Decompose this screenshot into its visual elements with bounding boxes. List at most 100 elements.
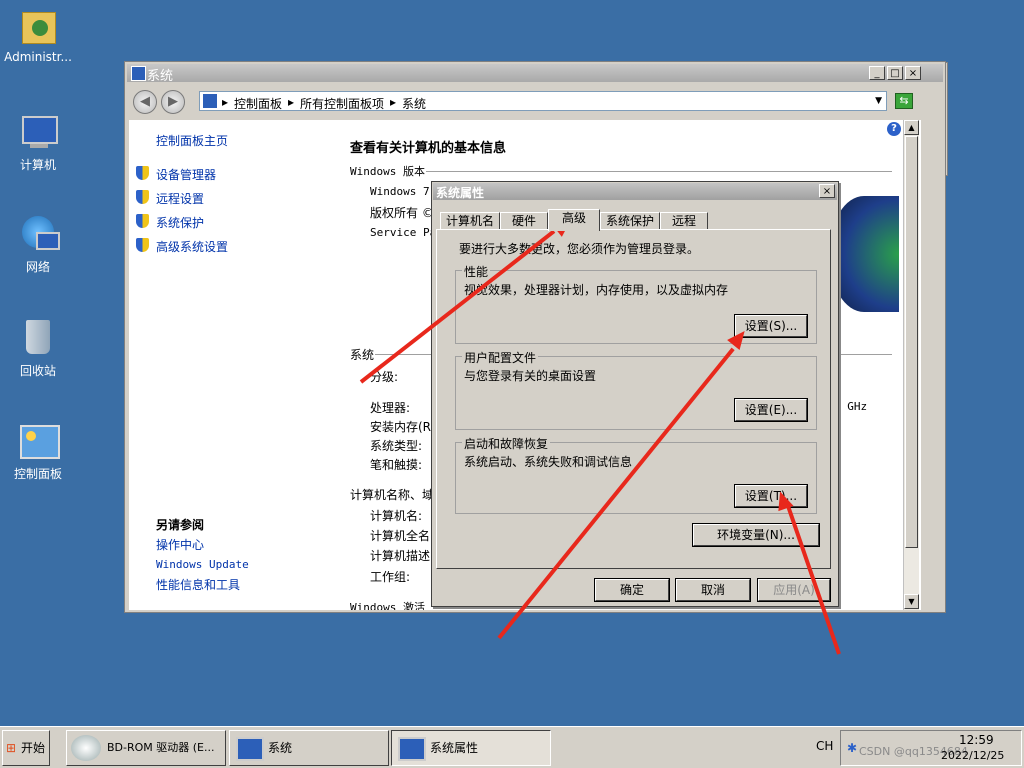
tab-hardware[interactable]: 硬件 <box>500 212 548 230</box>
service-pack-line: Service Pa <box>370 226 437 239</box>
desktop-icon-label: 控制面板 <box>13 467 62 481</box>
minimize-button[interactable]: _ <box>869 66 885 80</box>
edition-line: Windows 7 <box>370 185 430 198</box>
language-indicator[interactable]: CH <box>816 739 833 753</box>
system-type-label: 系统类型: <box>370 439 423 453</box>
system-window-title: 系统 <box>147 69 174 84</box>
back-button[interactable]: ◀ <box>133 90 157 114</box>
group-title: 用户配置文件 <box>462 349 539 366</box>
refresh-icon[interactable]: ⇆ <box>895 93 913 109</box>
breadcrumb-arrow-icon[interactable]: ▸ <box>222 95 228 109</box>
shield-icon <box>136 190 149 204</box>
desktop-icon-network[interactable]: 网络 <box>0 214 76 275</box>
start-label: 开始 <box>21 741 46 755</box>
dialog-close-button[interactable]: × <box>819 184 835 198</box>
advanced-tab-panel: 要进行大多数更改，您必须作为管理员登录。 性能 视觉效果，处理器计划，内存使用，… <box>436 229 831 569</box>
control-panel-home-link[interactable]: 控制面板主页 <box>156 132 228 149</box>
system-window-titlebar[interactable]: 系统 _ □ × <box>127 64 943 84</box>
breadcrumb-arrow-icon[interactable]: ▸ <box>390 95 396 109</box>
user-profiles-group: 用户配置文件 与您登录有关的桌面设置 设置(E)... <box>455 349 817 430</box>
breadcrumb-system[interactable]: 系统 <box>402 95 426 112</box>
desktop-icon-label: Administr... <box>4 50 72 64</box>
close-button[interactable]: × <box>905 66 921 80</box>
desktop-icon-computer[interactable]: 计算机 <box>0 112 76 173</box>
performance-tools-link[interactable]: 性能信息和工具 <box>156 576 240 593</box>
windows-logo-icon <box>829 196 899 312</box>
taskbar-item-system[interactable]: 系统 <box>229 730 389 766</box>
shield-icon <box>136 214 149 228</box>
system-properties-dialog: 系统属性 × 计算机名 硬件 高级 系统保护 远程 要进行大多数更改，您必须作为… <box>431 181 839 607</box>
dropdown-arrow-icon[interactable]: ▼ <box>875 96 882 106</box>
device-manager-link[interactable]: 设备管理器 <box>156 166 216 183</box>
vertical-scrollbar[interactable]: ▲ ▼ <box>903 120 919 610</box>
windows-flag-icon: ⊞ <box>6 741 17 755</box>
bluetooth-icon[interactable]: ✱ <box>847 741 857 755</box>
tab-advanced[interactable]: 高级 <box>548 209 600 231</box>
clock-date[interactable]: 2022/12/25 <box>941 749 1004 762</box>
advanced-system-settings-link[interactable]: 高级系统设置 <box>156 238 228 255</box>
copyright-line: 版权所有 © <box>370 206 434 220</box>
shield-icon <box>136 166 149 180</box>
section-divider <box>426 171 892 172</box>
ok-button[interactable]: 确定 <box>594 578 670 602</box>
tab-remote[interactable]: 远程 <box>660 212 708 230</box>
cancel-button[interactable]: 取消 <box>675 578 751 602</box>
breadcrumb-all-items[interactable]: 所有控制面板项 <box>300 95 384 112</box>
taskbar-item-label: BD-ROM 驱动器 (E... <box>107 741 215 754</box>
dialog-titlebar[interactable]: 系统属性 × <box>433 183 837 200</box>
see-also-title: 另请参阅 <box>156 518 205 532</box>
startup-recovery-settings-button[interactable]: 设置(T)... <box>734 484 808 508</box>
taskbar-item-bdrom[interactable]: BD-ROM 驱动器 (E... <box>66 730 226 766</box>
desktop-icon-control-panel[interactable]: 控制面板 <box>0 421 76 482</box>
recycle-bin-icon <box>18 318 58 358</box>
memory-label: 安装内存(R <box>370 420 432 434</box>
taskbar-item-system-properties[interactable]: 系统属性 <box>391 730 551 766</box>
breadcrumb-control-panel[interactable]: 控制面板 <box>234 95 282 112</box>
tab-system-protection[interactable]: 系统保护 <box>600 212 660 230</box>
startup-recovery-group: 启动和故障恢复 系统启动、系统失败和调试信息 设置(T)... <box>455 435 817 514</box>
pen-touch-label: 笔和触摸: <box>370 458 423 472</box>
user-profiles-settings-button[interactable]: 设置(E)... <box>734 398 808 422</box>
globe-icon <box>18 214 60 254</box>
computer-icon <box>236 737 264 761</box>
control-panel-small-icon <box>203 94 217 108</box>
desktop-icon-recycle[interactable]: 回收站 <box>0 318 76 379</box>
tab-computer-name[interactable]: 计算机名 <box>440 212 500 230</box>
desktop-icon-label: 网络 <box>25 260 50 274</box>
maximize-button[interactable]: □ <box>887 66 903 80</box>
workgroup-label: 工作组: <box>370 570 411 584</box>
group-description: 与您登录有关的桌面设置 <box>464 369 597 383</box>
system-protection-link[interactable]: 系统保护 <box>156 214 204 231</box>
forward-button[interactable]: ▶ <box>161 90 185 114</box>
clock-time[interactable]: 12:59 <box>959 733 994 747</box>
shield-icon <box>136 238 149 252</box>
group-description: 系统启动、系统失败和调试信息 <box>464 455 633 469</box>
action-center-link[interactable]: 操作中心 <box>156 536 204 553</box>
start-button[interactable]: ⊞ 开始 <box>2 730 50 766</box>
control-panel-icon <box>18 421 60 461</box>
user-folder-icon <box>18 6 58 46</box>
scroll-down-icon[interactable]: ▼ <box>904 594 919 609</box>
full-name-label: 计算机全名 <box>370 529 431 543</box>
description-label: 计算机描述 <box>370 549 431 563</box>
computer-name-label: 计算机名: <box>370 509 423 523</box>
processor-label: 处理器: <box>370 401 411 415</box>
edition-header: Windows 版本 <box>350 165 425 178</box>
breadcrumb-arrow-icon[interactable]: ▸ <box>288 95 294 109</box>
address-field[interactable]: ▸ 控制面板 ▸ 所有控制面板项 ▸ 系统 ▼ <box>199 91 887 111</box>
scroll-up-icon[interactable]: ▲ <box>904 120 919 135</box>
desktop-icon-label: 计算机 <box>19 158 56 172</box>
cdrom-icon <box>71 735 101 761</box>
windows-update-link[interactable]: Windows Update <box>156 558 249 571</box>
system-header: 系统 <box>350 348 375 362</box>
group-title: 启动和故障恢复 <box>462 435 551 452</box>
help-icon[interactable]: ? <box>887 122 901 136</box>
activation-header: Windows 激活 <box>350 601 425 610</box>
address-bar: ◀ ▶ ▸ 控制面板 ▸ 所有控制面板项 ▸ 系统 ▼ ⇆ <box>129 86 941 116</box>
group-title: 性能 <box>462 263 491 280</box>
dialog-title: 系统属性 <box>436 186 485 200</box>
desktop-icon-admin[interactable]: Administr... <box>0 6 76 64</box>
scroll-thumb[interactable] <box>905 136 918 548</box>
computer-icon <box>18 112 58 152</box>
remote-settings-link[interactable]: 远程设置 <box>156 190 204 207</box>
